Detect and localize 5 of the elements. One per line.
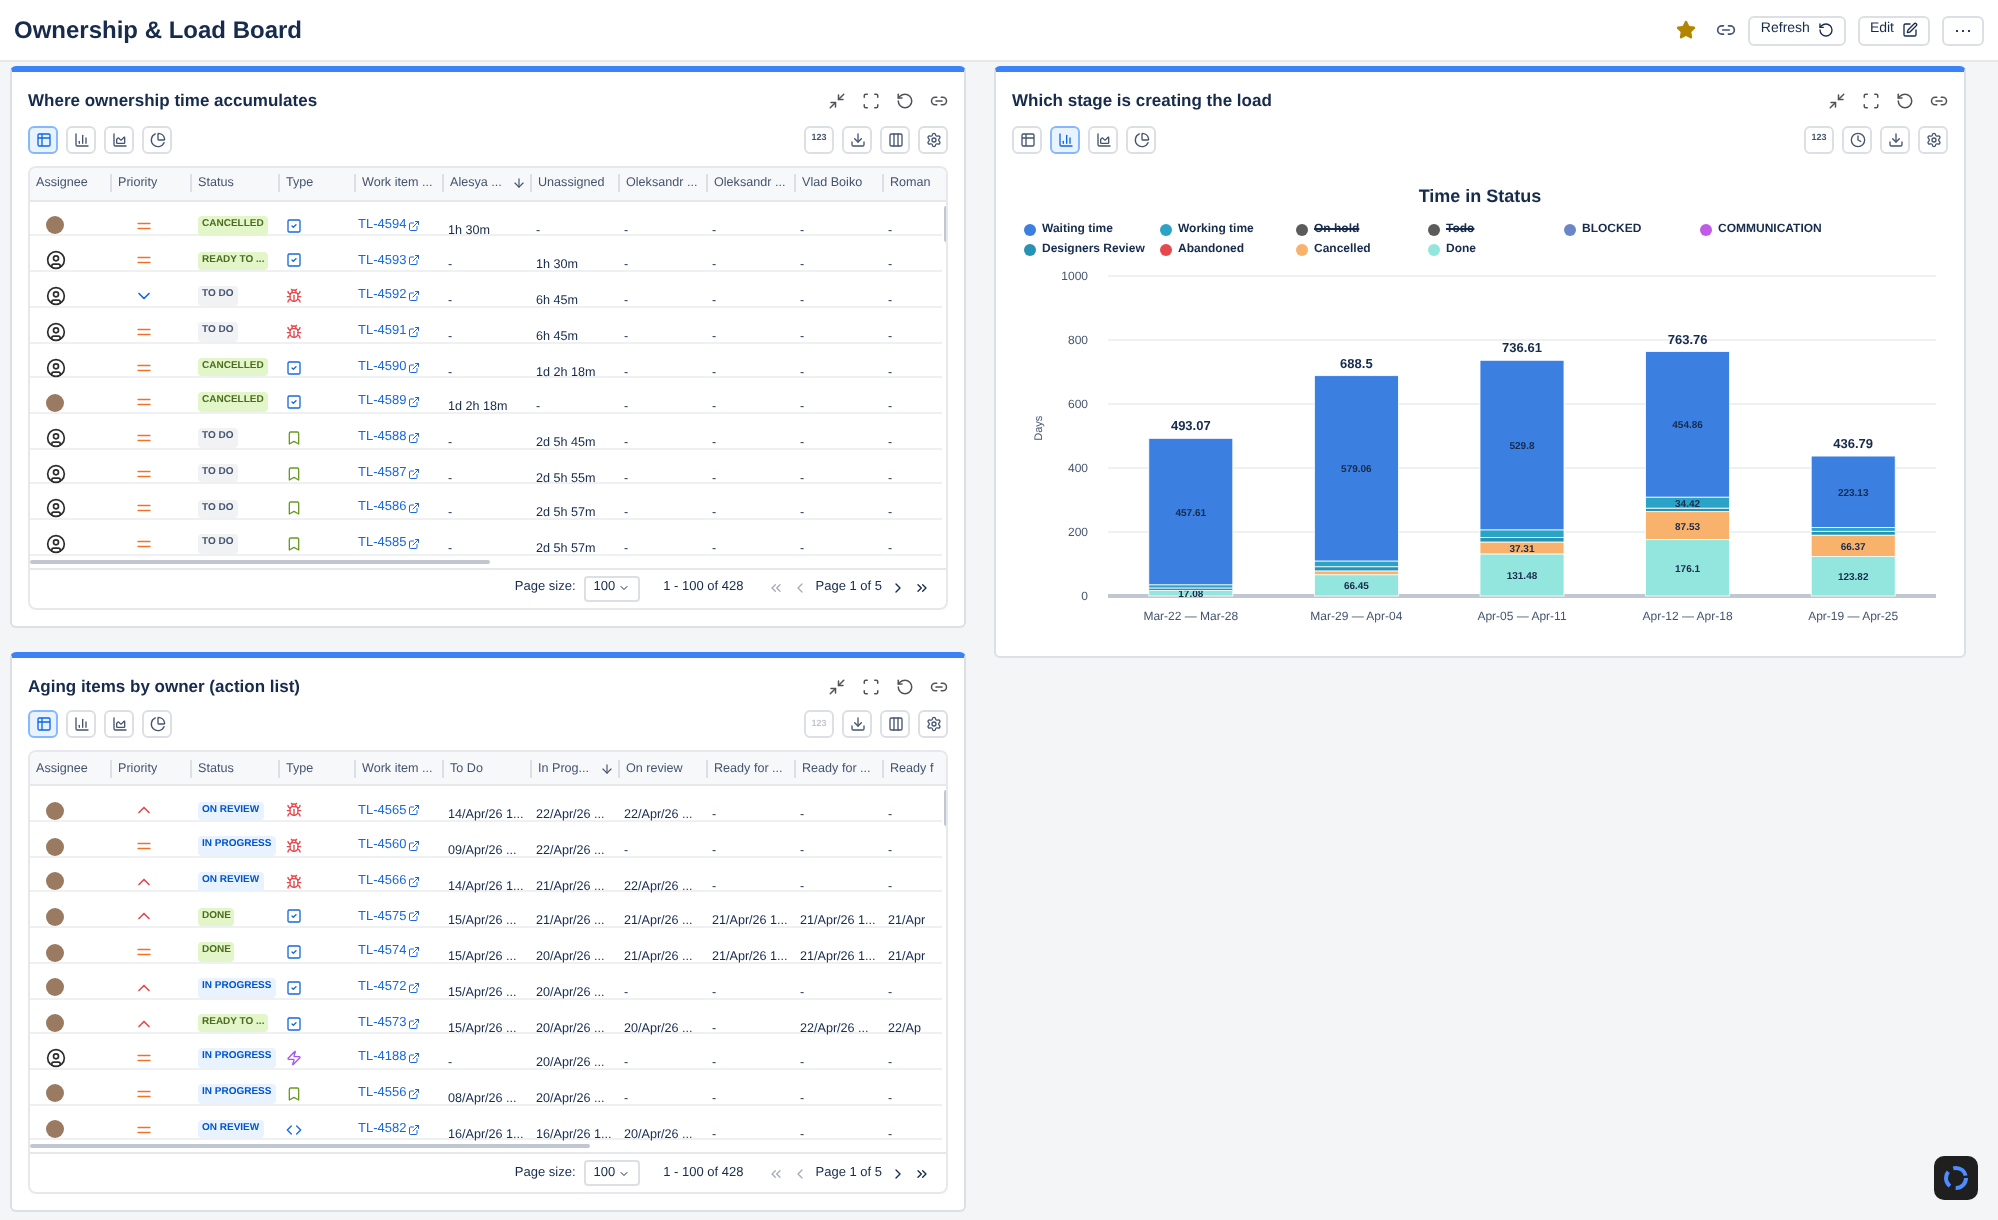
panel-title: Which stage is creating the load <box>1012 88 1272 114</box>
page-title: Ownership & Load Board <box>14 14 303 48</box>
panel-title: Where ownership time accumulates <box>28 88 318 114</box>
chart-title: Time in Status <box>1418 185 1542 206</box>
panel-title: Aging items by owner (action list) <box>28 673 301 699</box>
